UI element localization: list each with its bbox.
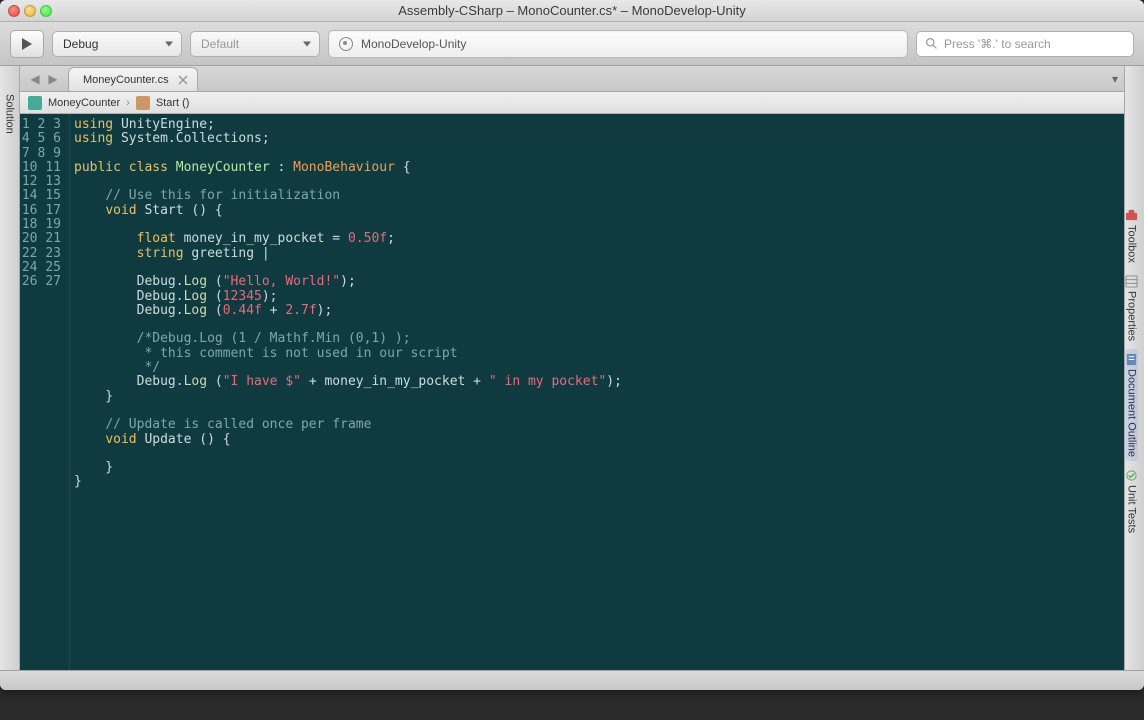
editor-area: ◀ ▶ MoneyCounter.cs ▾ MoneyCounter › Sta…: [20, 66, 1124, 670]
platform-selector[interactable]: Default: [190, 31, 320, 57]
configuration-value: Debug: [63, 37, 98, 51]
nav-back-button[interactable]: ◀: [26, 70, 44, 88]
toolbox-label: Toolbox: [1126, 225, 1138, 263]
right-pad-panel: Toolbox Properties Document Outline Unit…: [1124, 66, 1144, 670]
global-search[interactable]: Press '⌘.' to search: [916, 31, 1134, 57]
unit-tests-pad-tab[interactable]: Unit Tests: [1125, 465, 1138, 537]
platform-value: Default: [201, 37, 239, 51]
properties-label: Properties: [1126, 291, 1138, 341]
titlebar[interactable]: Assembly-CSharp – MonoCounter.cs* – Mono…: [0, 0, 1144, 22]
run-button[interactable]: [10, 30, 44, 58]
code-text[interactable]: using UnityEngine; using System.Collecti…: [70, 114, 1124, 670]
document-outline-icon: [1125, 353, 1138, 366]
window-title: Assembly-CSharp – MonoCounter.cs* – Mono…: [0, 3, 1144, 18]
close-window-button[interactable]: [8, 5, 20, 17]
traffic-lights: [8, 5, 52, 17]
file-tab-active[interactable]: MoneyCounter.cs: [68, 67, 198, 91]
file-tab-label: MoneyCounter.cs: [83, 74, 169, 86]
main-area: Solution ◀ ▶ MoneyCounter.cs ▾ MoneyCoun…: [0, 66, 1144, 670]
line-gutter: 1 2 3 4 5 6 7 8 9 10 11 12 13 14 15 16 1…: [20, 114, 70, 670]
breadcrumb-class[interactable]: MoneyCounter: [48, 97, 120, 109]
run-target-label: MonoDevelop-Unity: [361, 37, 466, 51]
breadcrumb-method[interactable]: Start (): [156, 97, 190, 109]
nav-arrows: ◀ ▶: [20, 70, 68, 88]
search-icon: [925, 37, 938, 50]
toolbox-pad-tab[interactable]: Toolbox: [1125, 205, 1138, 267]
breadcrumb: MoneyCounter › Start (): [20, 92, 1124, 114]
search-placeholder: Press '⌘.' to search: [944, 37, 1051, 51]
document-outline-pad-tab[interactable]: Document Outline: [1125, 349, 1138, 461]
app-window: Assembly-CSharp – MonoCounter.cs* – Mono…: [0, 0, 1144, 690]
target-icon: [339, 37, 353, 51]
play-icon: [21, 37, 33, 51]
statusbar: [0, 670, 1144, 690]
solution-pad-tab[interactable]: Solution: [4, 94, 16, 134]
document-tabs: ◀ ▶ MoneyCounter.cs ▾: [20, 66, 1124, 92]
toolbar: Debug Default MonoDevelop-Unity Press '⌘…: [0, 22, 1144, 66]
unit-tests-label: Unit Tests: [1126, 485, 1138, 533]
chevron-right-icon: ›: [126, 97, 130, 109]
code-editor[interactable]: 1 2 3 4 5 6 7 8 9 10 11 12 13 14 15 16 1…: [20, 114, 1124, 670]
tab-menu-button[interactable]: ▾: [1112, 72, 1118, 86]
method-icon: [136, 96, 150, 110]
properties-pad-tab[interactable]: Properties: [1125, 271, 1138, 345]
document-outline-label: Document Outline: [1126, 369, 1138, 457]
run-target-indicator[interactable]: MonoDevelop-Unity: [328, 30, 908, 58]
configuration-selector[interactable]: Debug: [52, 31, 182, 57]
left-pad-panel: Solution: [0, 66, 20, 670]
unit-tests-icon: [1125, 469, 1138, 482]
minimize-window-button[interactable]: [24, 5, 36, 17]
close-icon: [177, 74, 189, 86]
zoom-window-button[interactable]: [40, 5, 52, 17]
nav-forward-button[interactable]: ▶: [44, 70, 62, 88]
toolbox-icon: [1125, 209, 1138, 222]
properties-icon: [1125, 275, 1138, 288]
class-icon: [28, 96, 42, 110]
close-tab-button[interactable]: [177, 74, 189, 86]
